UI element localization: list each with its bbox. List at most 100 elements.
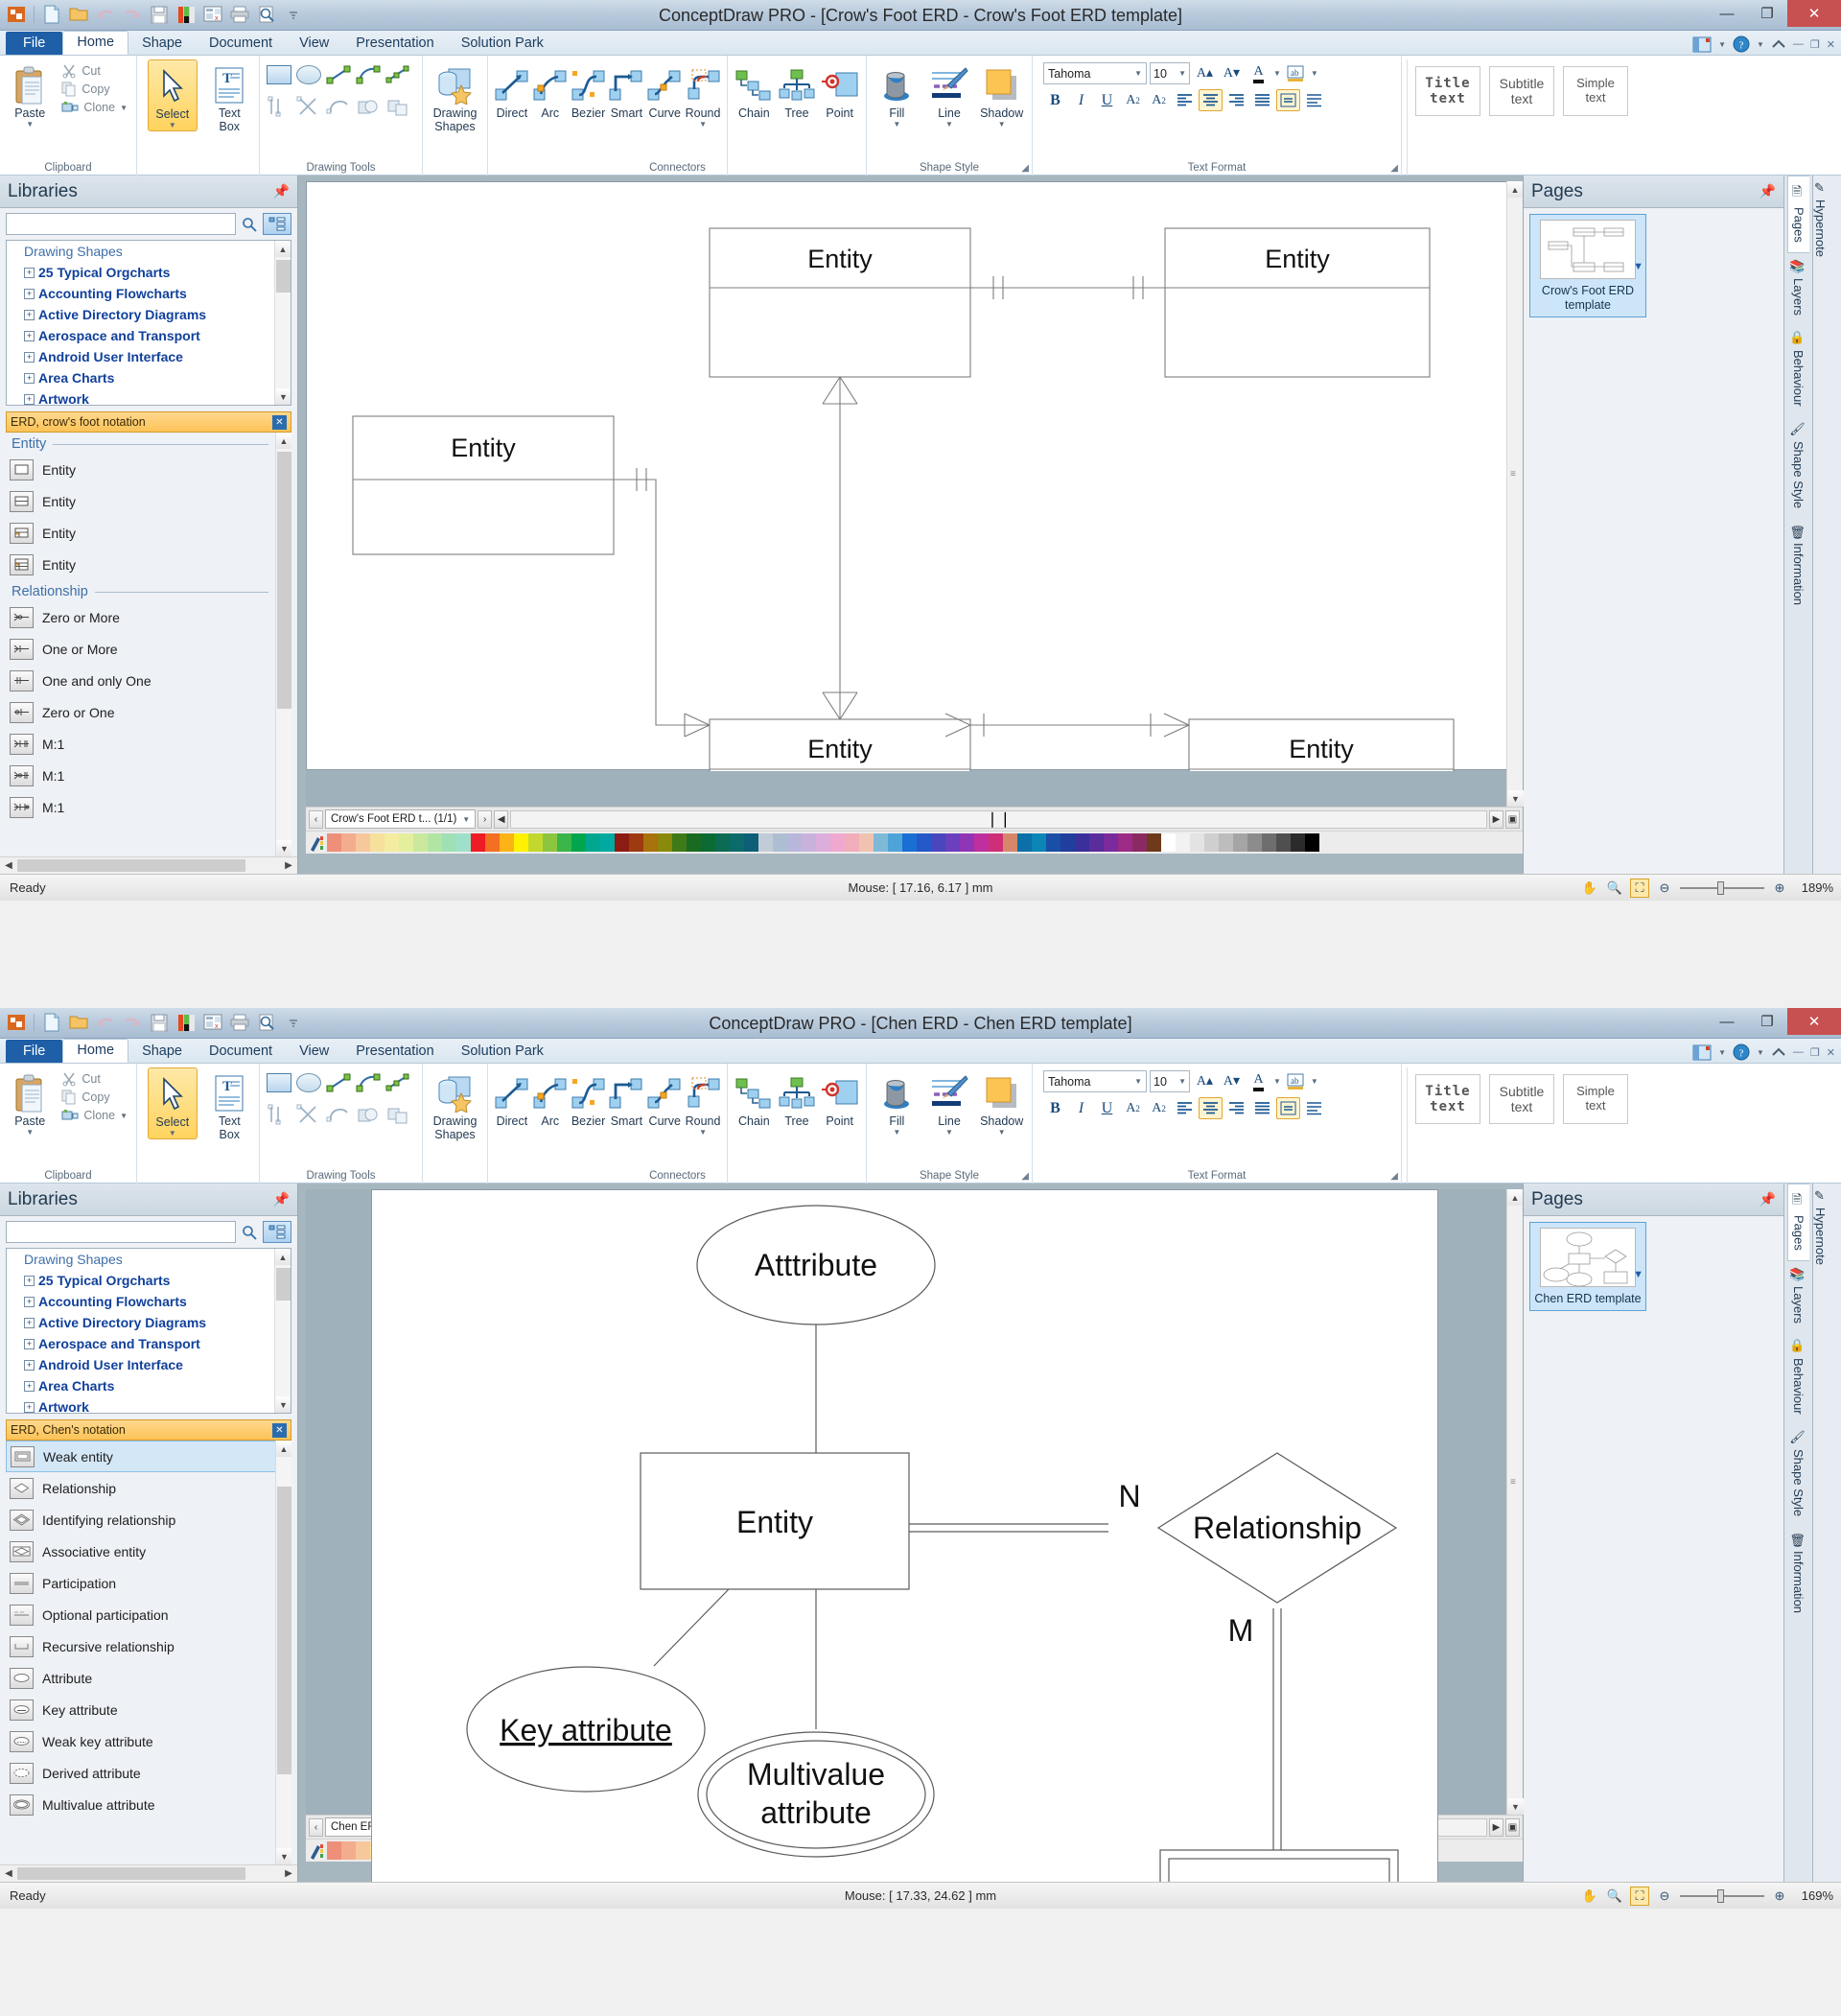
scroll-up-icon[interactable]: ▲ bbox=[1507, 181, 1523, 198]
library-item-one-and-only-one[interactable]: One and only One bbox=[6, 665, 291, 696]
library-tree-2[interactable]: Drawing Shapes +25 Typical Orgcharts + Ac… bbox=[6, 1248, 291, 1414]
tree-item-artwork[interactable]: + Artwork bbox=[7, 388, 291, 405]
expand-icon[interactable]: + bbox=[24, 1401, 35, 1413]
fill-button[interactable]: Fill ▼ bbox=[872, 59, 922, 129]
decrease-font-size-button[interactable]: A▾ bbox=[1220, 1070, 1244, 1092]
palette-swatch[interactable] bbox=[385, 833, 399, 852]
library-item-associative-entity[interactable]: Associative entity bbox=[6, 1535, 291, 1567]
library-items-2[interactable]: Weak entity Relationship Identifying rel… bbox=[6, 1441, 291, 1864]
palette-swatch[interactable] bbox=[931, 833, 945, 852]
connector-arc-button[interactable]: Arc bbox=[531, 59, 570, 121]
scroll-thumb[interactable] bbox=[277, 1487, 291, 1774]
palette-swatch[interactable] bbox=[557, 833, 571, 852]
hscroll-right-button[interactable]: ▶ bbox=[1489, 809, 1503, 829]
library-item-m-1-a[interactable]: M:1 bbox=[6, 728, 291, 760]
line-tool-icon[interactable] bbox=[326, 1073, 351, 1092]
library-item-m-1-c[interactable]: M:1 bbox=[6, 791, 291, 823]
color-palette-1[interactable] bbox=[306, 831, 1523, 854]
panels-icon[interactable] bbox=[1692, 1044, 1712, 1061]
library-item-entity-4[interactable]: Entity bbox=[6, 549, 291, 580]
palette-swatch[interactable] bbox=[845, 833, 859, 852]
side-tab-hypernote[interactable]: ✎ Hypernote bbox=[1813, 1184, 1828, 1275]
palette-swatch[interactable] bbox=[327, 1841, 341, 1860]
vertical-align-button[interactable] bbox=[1276, 89, 1300, 111]
palette-swatch[interactable] bbox=[471, 833, 485, 852]
palette-swatch[interactable] bbox=[1089, 833, 1104, 852]
connector-direct-button[interactable]: Direct bbox=[493, 59, 531, 121]
palette-swatch[interactable] bbox=[1276, 833, 1291, 852]
line-dropdown-icon[interactable]: ▼ bbox=[945, 120, 953, 129]
shadow-dropdown-icon[interactable]: ▼ bbox=[998, 120, 1006, 129]
tree-item-artwork[interactable]: + Artwork bbox=[7, 1396, 291, 1413]
restore-button[interactable]: ❐ bbox=[1747, 0, 1787, 27]
library-search-input[interactable] bbox=[6, 213, 236, 235]
rectangle-tool-icon[interactable] bbox=[267, 65, 291, 84]
library-item-relationship[interactable]: Relationship bbox=[6, 1472, 291, 1504]
shape-edit-row[interactable] bbox=[265, 1092, 417, 1125]
palette-swatch[interactable] bbox=[428, 833, 442, 852]
palette-swatch[interactable] bbox=[1305, 833, 1319, 852]
library-item-entity-1[interactable]: Entity bbox=[6, 454, 291, 485]
font-family-caret-icon[interactable]: ▼ bbox=[1134, 1077, 1142, 1086]
library-search-input[interactable] bbox=[6, 1221, 236, 1243]
ellipse-tool-icon[interactable] bbox=[296, 65, 321, 84]
connector-smart-button[interactable]: Smart bbox=[607, 59, 645, 121]
page-thumbnails-2[interactable]: ▼ Chen ERD template bbox=[1524, 1216, 1783, 1317]
ribbon-collapse-icon[interactable] bbox=[1771, 1045, 1786, 1059]
palette-swatch[interactable] bbox=[917, 833, 931, 852]
scroll-down-icon[interactable]: ▼ bbox=[276, 840, 291, 856]
library-items-1[interactable]: Entity ▲ Entity Entity Entity bbox=[6, 433, 291, 856]
rectangle-tool-icon[interactable] bbox=[267, 1073, 291, 1092]
doc-minimize-icon[interactable]: — bbox=[1793, 38, 1804, 50]
shadow-button[interactable]: Shadow ▼ bbox=[976, 59, 1027, 129]
expand-icon[interactable]: + bbox=[24, 267, 35, 278]
help-icon[interactable]: ? bbox=[1733, 35, 1750, 53]
copy-button[interactable]: Copy bbox=[58, 1089, 131, 1106]
underline-button[interactable]: U bbox=[1095, 89, 1119, 111]
expand-icon[interactable]: + bbox=[24, 309, 35, 320]
connector-tree-button[interactable]: Tree bbox=[776, 1067, 819, 1129]
edit-points-icon[interactable] bbox=[267, 1104, 291, 1125]
palette-swatch[interactable] bbox=[744, 833, 758, 852]
palette-swatch[interactable] bbox=[399, 833, 413, 852]
palette-swatch[interactable] bbox=[816, 833, 830, 852]
zoom-slider[interactable] bbox=[1680, 880, 1764, 896]
connector-curve-button[interactable]: Curve bbox=[645, 1067, 684, 1129]
expand-icon[interactable]: + bbox=[24, 1317, 35, 1328]
connector-chain-button[interactable]: Chain bbox=[733, 1067, 776, 1129]
expand-icon[interactable]: + bbox=[24, 372, 35, 384]
palette-swatch[interactable] bbox=[758, 833, 773, 852]
tree-item-area-charts[interactable]: + Area Charts bbox=[7, 1375, 291, 1396]
arc-tool-icon[interactable] bbox=[356, 65, 381, 84]
palette-swatch[interactable] bbox=[1161, 833, 1176, 852]
expand-icon[interactable]: + bbox=[24, 288, 35, 299]
scroll-down-icon[interactable]: ▼ bbox=[276, 1848, 291, 1864]
palette-swatch[interactable] bbox=[629, 833, 643, 852]
doc-close-icon[interactable]: ✕ bbox=[1827, 38, 1835, 51]
palette-swatch[interactable] bbox=[370, 833, 385, 852]
decrease-font-size-button[interactable]: A▾ bbox=[1220, 62, 1244, 84]
close-button[interactable]: ✕ bbox=[1787, 0, 1841, 27]
scroll-down-icon[interactable]: ▼ bbox=[275, 388, 291, 405]
side-tab-information[interactable]: 🗑 Information bbox=[1791, 518, 1806, 616]
clone-button[interactable]: Clone ▼ bbox=[58, 1107, 131, 1124]
pin-icon[interactable]: 📌 bbox=[1759, 183, 1776, 199]
palette-swatch[interactable] bbox=[615, 833, 629, 852]
palette-swatch[interactable] bbox=[1060, 833, 1075, 852]
paste-button[interactable]: Paste ▼ bbox=[5, 59, 55, 129]
increase-font-size-button[interactable]: A▴ bbox=[1193, 1070, 1217, 1092]
library-view-toggle-button[interactable] bbox=[263, 213, 291, 235]
palette-swatch[interactable] bbox=[356, 1841, 370, 1860]
connector-point-button[interactable]: Point bbox=[818, 59, 861, 121]
font-family-caret-icon[interactable]: ▼ bbox=[1134, 69, 1142, 78]
fill-dropdown-icon[interactable]: ▼ bbox=[893, 1128, 900, 1137]
palette-swatch[interactable] bbox=[442, 833, 456, 852]
tree-item-drawing-shapes[interactable]: Drawing Shapes bbox=[7, 241, 291, 262]
text-format-dialog-launcher[interactable]: ◢ bbox=[1390, 1171, 1398, 1182]
scroll-down-icon[interactable]: ▼ bbox=[1507, 790, 1524, 807]
font-color-button[interactable]: A bbox=[1247, 62, 1270, 84]
library-item-optional-participation[interactable]: Optional participation bbox=[6, 1599, 291, 1630]
palette-swatch[interactable] bbox=[888, 833, 902, 852]
text-highlight-button[interactable]: ab bbox=[1284, 62, 1308, 84]
trim-icon[interactable] bbox=[296, 1104, 321, 1125]
